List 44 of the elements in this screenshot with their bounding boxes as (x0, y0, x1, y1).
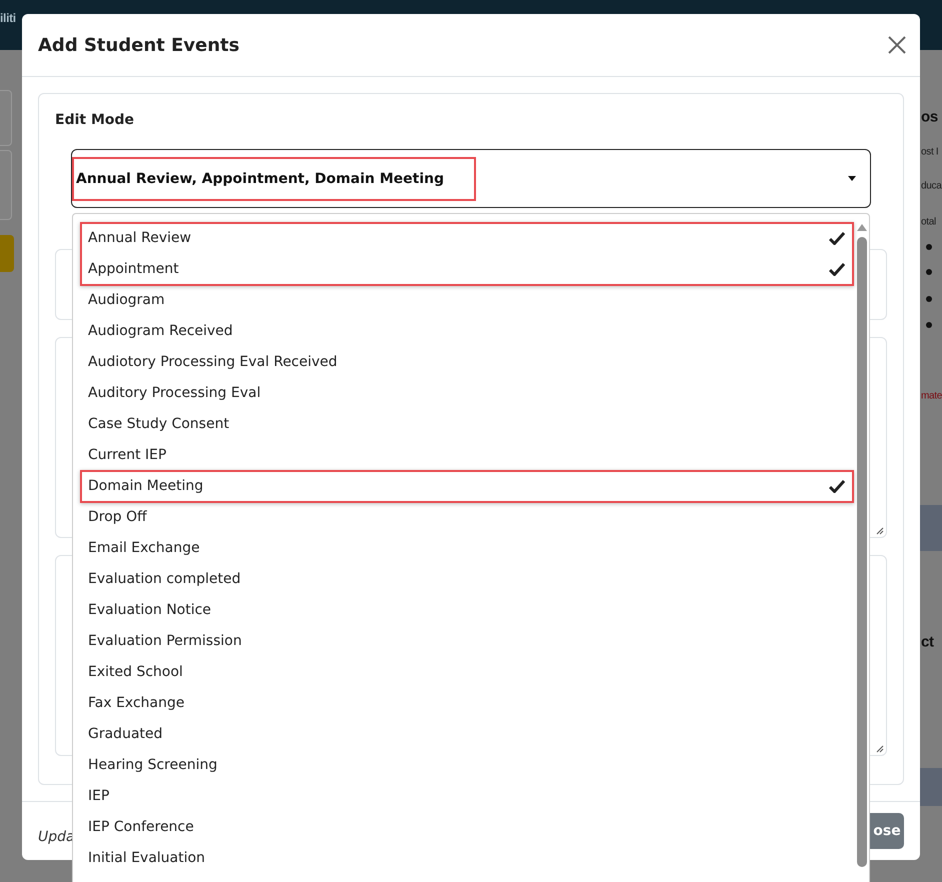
background-text: os (921, 108, 938, 126)
background-text: otal (921, 216, 936, 228)
option-item[interactable]: Evaluation Notice (73, 594, 869, 625)
option-item[interactable]: Fax Exchange (73, 687, 869, 718)
close-icon[interactable] (888, 36, 906, 54)
background-text: duca (921, 180, 942, 192)
option-item[interactable]: Audiotory Processing Eval Received (73, 346, 869, 377)
option-item[interactable]: IEP (73, 780, 869, 811)
modal-title: Add Student Events (38, 34, 240, 56)
option-item[interactable]: Audiogram (73, 284, 869, 315)
bullet-icon (926, 244, 932, 250)
resize-icon[interactable] (876, 527, 884, 535)
bullet-icon (926, 296, 932, 302)
option-item[interactable]: Appointment (73, 253, 869, 284)
bullet-icon (926, 269, 932, 275)
header-text: iliti (0, 11, 16, 25)
background-text: ct (921, 634, 934, 650)
background-text: ost I (921, 146, 938, 158)
select-value: Annual Review, Appointment, Domain Meeting (74, 158, 474, 198)
option-item[interactable]: Audiogram Received (73, 315, 869, 346)
option-item[interactable]: Drop Off (73, 501, 869, 532)
bullet-icon (926, 322, 932, 328)
resize-icon[interactable] (876, 745, 884, 753)
option-item[interactable]: Graduated (73, 718, 869, 749)
option-item[interactable]: Evaluation completed (73, 563, 869, 594)
option-item[interactable]: Domain Meeting (73, 470, 869, 501)
multi-select[interactable]: Annual Review, Appointment, Domain Meeting (71, 149, 871, 208)
caret-icon (848, 176, 856, 181)
option-item[interactable]: Email Exchange (73, 532, 869, 563)
option-item[interactable]: Current IEP (73, 439, 869, 470)
scroll-up-icon[interactable] (857, 224, 867, 231)
option-item[interactable]: Auditory Processing Eval (73, 377, 869, 408)
close-button[interactable]: ose (870, 813, 904, 849)
option-item[interactable]: Case Study Consent (73, 408, 869, 439)
background-bar (920, 768, 942, 806)
option-item[interactable]: Exited School (73, 656, 869, 687)
option-item[interactable]: Hearing Screening (73, 749, 869, 780)
option-item[interactable]: IEP Conference (73, 811, 869, 842)
background-bar (920, 505, 942, 551)
option-item[interactable]: Initial Evaluation (73, 842, 869, 873)
background-text: mate (921, 390, 942, 402)
option-item[interactable]: Evaluation Permission (73, 625, 869, 656)
option-item[interactable]: Annual Review (73, 222, 869, 253)
section-label: Edit Mode (55, 112, 136, 128)
